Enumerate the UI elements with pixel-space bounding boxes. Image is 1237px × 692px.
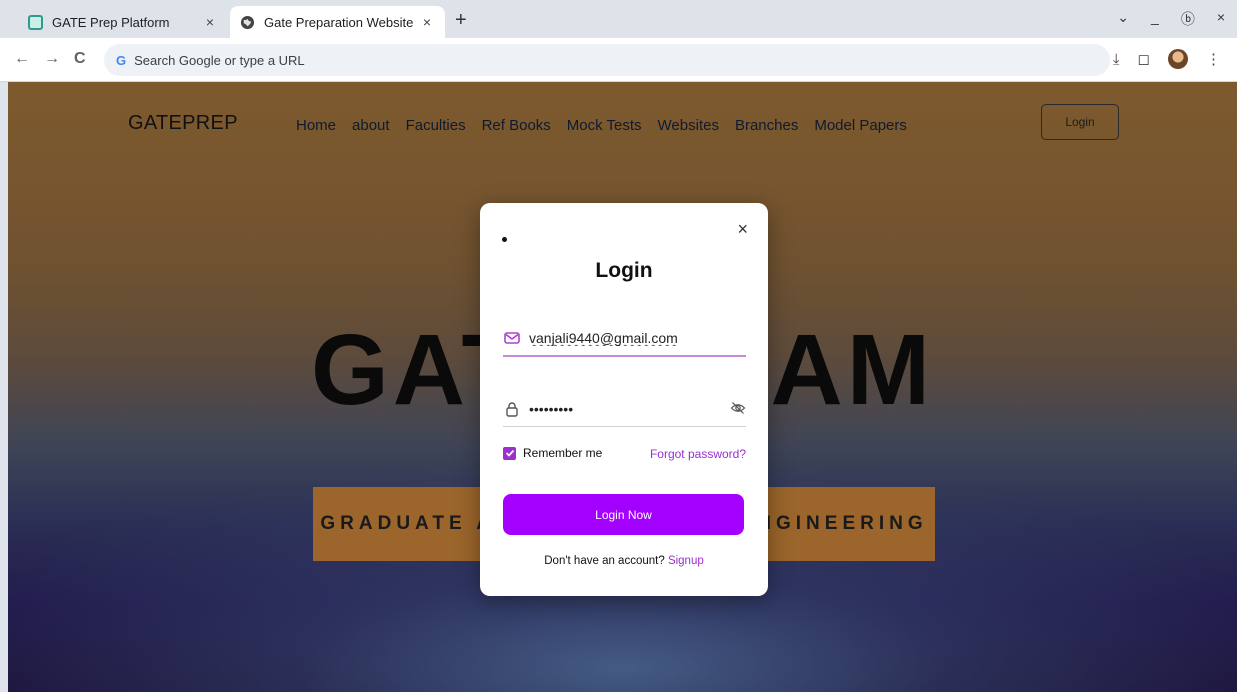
nav-link-model-papers[interactable]: Model Papers — [814, 117, 907, 134]
nav-link-ref-books[interactable]: Ref Books — [482, 117, 551, 134]
tab-title: Gate Preparation Website — [264, 14, 414, 30]
forward-arrow-icon[interactable]: → — [44, 50, 60, 68]
address-bar[interactable]: G Search Google or type a URL — [104, 44, 1110, 76]
close-window-icon[interactable]: × — [1217, 9, 1225, 29]
tab-gate-preparation-website[interactable]: Gate Preparation Website × — [230, 6, 445, 38]
browser-tab-bar: GATE Prep Platform × Gate Preparation We… — [0, 0, 1237, 38]
minimize-icon[interactable]: _ — [1151, 9, 1159, 29]
nav-link-home[interactable]: Home — [296, 117, 336, 134]
check-icon — [505, 449, 514, 457]
window-controls: ⌄ _ ⓑ × — [1117, 9, 1225, 29]
modal-dot — [502, 237, 507, 242]
browser-toolbar: ← → C G Search Google or type a URL ⤓ ◻ … — [0, 38, 1237, 82]
tab-gate-prep-platform[interactable]: GATE Prep Platform × — [18, 6, 228, 38]
site-navbar: GATEPREP Home about Faculties Ref Books … — [8, 82, 1237, 172]
new-tab-button[interactable]: + — [455, 10, 467, 30]
tab-title: GATE Prep Platform — [52, 14, 170, 30]
globe-icon — [240, 15, 255, 29]
tab-favicon-icon — [28, 14, 43, 30]
lock-icon — [506, 401, 518, 417]
back-arrow-icon[interactable]: ← — [14, 50, 30, 68]
eye-slash-icon[interactable] — [730, 400, 746, 416]
password-input[interactable] — [529, 400, 709, 417]
tab-close-icon[interactable]: × — [419, 14, 435, 30]
download-icon[interactable]: ⤓ — [1113, 51, 1120, 68]
login-now-button[interactable]: Login Now — [503, 494, 744, 535]
remember-me-label: Remember me — [523, 446, 603, 460]
restore-icon[interactable]: ⓑ — [1181, 9, 1195, 29]
nav-link-faculties[interactable]: Faculties — [406, 117, 466, 134]
side-panel-icon[interactable]: ◻ — [1138, 50, 1150, 68]
modal-title: Login — [595, 259, 653, 282]
toolbar-actions: ⤓ ◻ ⋮ — [1113, 49, 1221, 69]
remember-me: Remember me — [503, 446, 602, 460]
tab-search-icon[interactable]: ⌄ — [1117, 9, 1129, 29]
profile-avatar[interactable] — [1168, 49, 1188, 69]
nav-login-button[interactable]: Login — [1041, 104, 1119, 140]
google-icon: G — [116, 52, 127, 68]
signup-prompt: Don't have an account? — [544, 555, 665, 567]
email-field-wrapper — [503, 321, 746, 357]
mail-icon — [504, 332, 520, 344]
remember-me-checkbox[interactable] — [503, 446, 516, 460]
kebab-menu-icon[interactable]: ⋮ — [1206, 50, 1221, 68]
login-modal: × Login Remember me Forgot password? Log… — [480, 203, 768, 596]
reload-icon[interactable]: C — [74, 50, 86, 68]
close-icon[interactable]: × — [737, 219, 748, 240]
nav-link-websites[interactable]: Websites — [658, 117, 719, 134]
address-bar-placeholder: Search Google or type a URL — [134, 52, 305, 68]
signup-link[interactable]: Signup — [668, 555, 704, 567]
signup-row: Don't have an account? Signup — [480, 555, 768, 567]
site-nav-links: Home about Faculties Ref Books Mock Test… — [296, 117, 907, 134]
tab-close-icon[interactable]: × — [202, 14, 218, 30]
nav-link-branches[interactable]: Branches — [735, 117, 798, 134]
nav-link-mock-tests[interactable]: Mock Tests — [567, 117, 642, 134]
forgot-password-link[interactable]: Forgot password? — [650, 447, 746, 461]
email-input[interactable] — [529, 330, 709, 346]
nav-link-about[interactable]: about — [352, 117, 390, 134]
site-brand-logo[interactable]: GATEPREP — [128, 112, 238, 135]
password-field-wrapper — [503, 391, 746, 427]
